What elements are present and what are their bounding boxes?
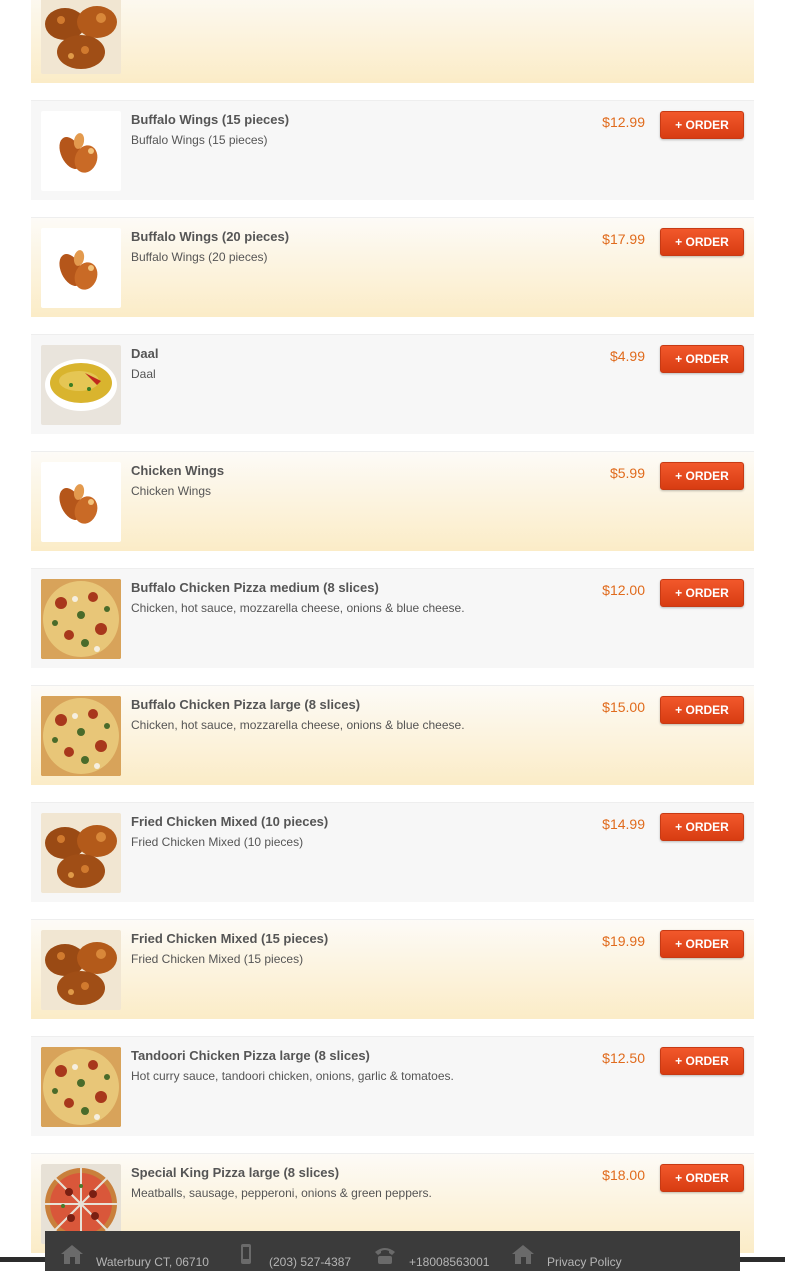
menu-item-price: $17.99 <box>602 231 645 247</box>
menu-item-description: Fried Chicken Mixed (15 pieces) <box>131 952 304 966</box>
fried-chicken-image <box>41 813 121 893</box>
menu-item-title: Buffalo Chicken Pizza medium (8 slices) <box>131 580 379 595</box>
order-button[interactable]: + ORDER <box>660 1164 744 1192</box>
menu-item-description: Chicken Wings <box>131 484 212 498</box>
footer-privacy-link[interactable]: Privacy Policy <box>547 1255 622 1269</box>
wings-image <box>41 111 121 191</box>
menu-item: Buffalo Chicken Pizza medium (8 slices) C… <box>31 568 754 668</box>
order-button[interactable]: + ORDER <box>660 111 744 139</box>
menu-item: Fried Chicken Mixed (15 pieces) Fried Chi… <box>31 919 754 1019</box>
pizza-image <box>41 696 121 776</box>
wings-image <box>41 228 121 308</box>
order-button[interactable]: + ORDER <box>660 1047 744 1075</box>
menu-item <box>31 0 754 83</box>
menu-item-title: Special King Pizza large (8 slices) <box>131 1165 340 1180</box>
menu-item-description: Buffalo Wings (20 pieces) <box>131 250 268 264</box>
menu-item: Tandoori Chicken Pizza large (8 slices) H… <box>31 1036 754 1136</box>
menu-item-description: Fried Chicken Mixed (10 pieces) <box>131 835 304 849</box>
menu-item-price: $12.00 <box>602 582 645 598</box>
footer-tollfree-text[interactable]: +18008563001 <box>409 1255 489 1269</box>
menu-item-title: Buffalo Chicken Pizza large (8 slices) <box>131 697 361 712</box>
order-button[interactable]: + ORDER <box>660 696 744 724</box>
fried-chicken-image <box>41 0 121 74</box>
menu-item: Buffalo Wings (15 pieces) Buffalo Wings (… <box>31 100 754 200</box>
order-button[interactable]: + ORDER <box>660 345 744 373</box>
menu-item-price: $12.50 <box>602 1050 645 1066</box>
footer-phone-text[interactable]: (203) 527-4387 <box>269 1255 351 1269</box>
menu-item-description: Chicken, hot sauce, mozzarella cheese, o… <box>131 601 465 615</box>
order-button[interactable]: + ORDER <box>660 462 744 490</box>
menu-item: Buffalo Wings (20 pieces) Buffalo Wings (… <box>31 217 754 317</box>
wings-image <box>41 462 121 542</box>
order-button[interactable]: + ORDER <box>660 813 744 841</box>
menu-item-title: Tandoori Chicken Pizza large (8 slices) <box>131 1048 370 1063</box>
menu-item-price: $5.99 <box>609 465 645 481</box>
footer-address-text: Waterbury CT, 06710 <box>96 1255 209 1269</box>
order-button[interactable]: + ORDER <box>660 930 744 958</box>
menu-item-title: Chicken Wings <box>131 463 225 478</box>
order-button[interactable]: + ORDER <box>660 579 744 607</box>
pizza-image <box>41 579 121 659</box>
menu-item: Daal Daal $4.99 + ORDER <box>31 334 754 434</box>
menu-item-title: Buffalo Wings (15 pieces) <box>131 112 290 127</box>
daal-image <box>41 345 121 425</box>
menu-item: Buffalo Chicken Pizza large (8 slices) Ch… <box>31 685 754 785</box>
menu-item-title: Daal <box>131 346 159 361</box>
menu-item-title: Buffalo Wings (20 pieces) <box>131 229 290 244</box>
menu-item-description: Daal <box>131 367 156 381</box>
menu-item-price: $18.00 <box>602 1167 645 1183</box>
menu-item-description: Meatballs, sausage, pepperoni, onions & … <box>131 1186 432 1200</box>
menu-item-title: Fried Chicken Mixed (10 pieces) <box>131 814 329 829</box>
footer: Waterbury CT, 06710 (203) 527-4387 +1800… <box>45 1231 740 1271</box>
menu-item: Fried Chicken Mixed (10 pieces) Fried Chi… <box>31 802 754 902</box>
menu-item-price: $4.99 <box>609 348 645 364</box>
menu-item-description: Chicken, hot sauce, mozzarella cheese, o… <box>131 718 465 732</box>
menu-item-description: Buffalo Wings (15 pieces) <box>131 133 268 147</box>
menu-item-description: Hot curry sauce, tandoori chicken, onion… <box>131 1069 454 1083</box>
menu-item-price: $12.99 <box>602 114 645 130</box>
order-button[interactable]: + ORDER <box>660 228 744 256</box>
menu-item-title: Fried Chicken Mixed (15 pieces) <box>131 931 329 946</box>
menu-item: Chicken Wings Chicken Wings $5.99 + ORDER <box>31 451 754 551</box>
pizza-image <box>41 1047 121 1127</box>
menu-item-price: $15.00 <box>602 699 645 715</box>
fried-chicken-image <box>41 930 121 1010</box>
menu-item-price: $19.99 <box>602 933 645 949</box>
menu-item-price: $14.99 <box>602 816 645 832</box>
